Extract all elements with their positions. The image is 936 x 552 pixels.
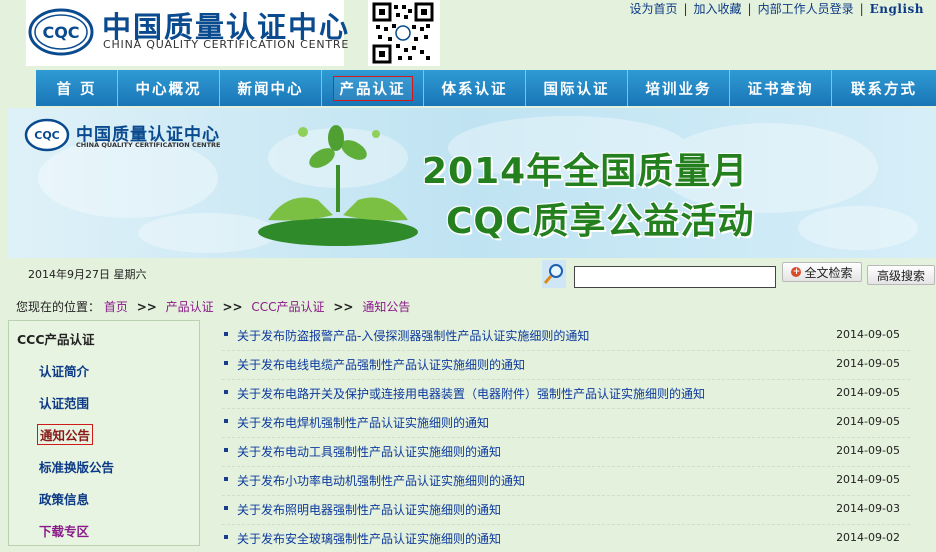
logo-english-name: CHINA QUALITY CERTIFICATION CENTRE	[103, 38, 350, 51]
notice-date: 2014-09-03	[836, 502, 900, 515]
quality-month-banner[interactable]: CQC 中国质量认证中心 CHINA QUALITY CERTIFICATION…	[8, 108, 936, 258]
nav-training[interactable]: 培训业务	[628, 70, 730, 106]
nav-international-certification[interactable]: 国际认证	[526, 70, 628, 106]
breadcrumb-notices[interactable]: 通知公告	[362, 300, 410, 314]
sidebar-item-downloads[interactable]: 下载专区	[39, 521, 89, 540]
bullet-icon	[224, 506, 228, 510]
current-date: 2014年9月27日 星期六	[28, 268, 147, 281]
plus-icon: +	[791, 267, 802, 277]
bullet-icon	[224, 448, 228, 452]
breadcrumb-separator-icon: >>	[222, 300, 243, 314]
bullet-icon	[224, 332, 228, 336]
bullet-icon	[224, 419, 228, 423]
notice-list: 关于发布防盗报警产品-入侵探测器强制性产品认证实施细则的通知 2014-09-05…	[222, 322, 910, 552]
breadcrumb-separator-icon: >>	[136, 300, 157, 314]
notice-link[interactable]: 关于发布电线电缆产品强制性产品认证实施细则的通知	[237, 356, 525, 373]
nav-system-certification[interactable]: 体系认证	[424, 70, 526, 106]
list-item: 关于发布防盗报警产品-入侵探测器强制性产品认证实施细则的通知 2014-09-05	[222, 322, 910, 351]
notice-date: 2014-09-05	[836, 386, 900, 399]
list-item: 关于发布电线电缆产品强制性产品认证实施细则的通知 2014-09-05	[222, 351, 910, 380]
svg-text:CQC: CQC	[42, 23, 79, 42]
nav-news[interactable]: 新闻中心	[220, 70, 322, 106]
list-item: 关于发布照明电器强制性产品认证实施细则的通知 2014-09-03	[222, 496, 910, 525]
banner-logo-english: CHINA QUALITY CERTIFICATION CENTRE	[76, 141, 221, 149]
breadcrumb-ccc[interactable]: CCC产品认证	[251, 300, 324, 314]
top-links-bar: 设为首页 | 加入收藏 | 内部工作人员登录 | English	[629, 2, 924, 16]
main-nav: 首 页 中心概况 新闻中心 产品认证 体系认证 国际认证 培训业务 证书查询 联…	[36, 70, 936, 106]
banner-headline-2: CQC质享公益活动	[446, 201, 755, 242]
breadcrumb-prefix: 您现在的位置：	[16, 300, 101, 314]
staff-login-link[interactable]: 内部工作人员登录	[758, 2, 854, 16]
notice-date: 2014-09-05	[836, 444, 900, 457]
list-item: 关于发布小功率电动机强制性产品认证实施细则的通知 2014-09-05	[222, 467, 910, 496]
cqc-emblem-icon: CQC	[28, 8, 94, 56]
notice-link[interactable]: 关于发布安全玻璃强制性产品认证实施细则的通知	[237, 530, 501, 547]
fulltext-search-button[interactable]: + 全文检索	[782, 262, 862, 282]
sidebar-item-scope[interactable]: 认证范围	[39, 393, 89, 412]
hands-plant-icon	[258, 125, 418, 246]
nav-about[interactable]: 中心概况	[118, 70, 220, 106]
notice-date: 2014-09-05	[836, 357, 900, 370]
nav-home[interactable]: 首 页	[36, 70, 118, 106]
notice-link[interactable]: 关于发布电焊机强制性产品认证实施细则的通知	[237, 414, 489, 431]
site-logo[interactable]: CQC 中国质量认证中心 CHINA QUALITY CERTIFICATION…	[26, 0, 348, 66]
sidebar-item-policy[interactable]: 政策信息	[39, 489, 89, 508]
bullet-icon	[224, 361, 228, 365]
notice-link[interactable]: 关于发布防盗报警产品-入侵探测器强制性产品认证实施细则的通知	[237, 327, 589, 344]
notice-date: 2014-09-05	[836, 415, 900, 428]
svg-text:CQC: CQC	[34, 129, 60, 142]
notice-link[interactable]: 关于发布照明电器强制性产品认证实施细则的通知	[237, 501, 501, 518]
nav-product-certification[interactable]: 产品认证	[322, 70, 424, 106]
breadcrumb: 您现在的位置： 首页 >> 产品认证 >> CCC产品认证 >> 通知公告	[16, 298, 410, 315]
advanced-search-button[interactable]: 高级搜索	[867, 265, 935, 285]
breadcrumb-home[interactable]: 首页	[104, 300, 128, 314]
search-input[interactable]	[574, 266, 776, 288]
add-favorite-link[interactable]: 加入收藏	[694, 2, 742, 16]
sidebar: CCC产品认证 认证简介 认证范围 通知公告 标准换版公告 政策信息 下载专区	[8, 320, 200, 546]
notice-link[interactable]: 关于发布小功率电动机强制性产品认证实施细则的通知	[237, 472, 525, 489]
notice-link[interactable]: 关于发布电路开关及保护或连接用电器装置（电器附件）强制性产品认证实施细则的通知	[237, 385, 705, 402]
qr-code-icon	[372, 2, 434, 64]
banner-headline-1: 2014年全国质量月	[422, 151, 749, 192]
notice-date: 2014-09-02	[836, 531, 900, 544]
sidebar-item-notices[interactable]: 通知公告	[37, 424, 94, 445]
list-item: 关于发布电动工具强制性产品认证实施细则的通知 2014-09-05	[222, 438, 910, 467]
banner-cqc-emblem-icon: CQC	[24, 118, 70, 152]
magnifier-icon[interactable]	[542, 260, 566, 288]
notice-date: 2014-09-05	[836, 473, 900, 486]
nav-certificate-query[interactable]: 证书查询	[730, 70, 832, 106]
sidebar-title: CCC产品认证	[17, 332, 95, 347]
nav-contact[interactable]: 联系方式	[832, 70, 936, 106]
english-link[interactable]: English	[870, 2, 924, 16]
bullet-icon	[224, 535, 228, 539]
bullet-icon	[224, 477, 228, 481]
sidebar-item-intro[interactable]: 认证简介	[39, 361, 89, 380]
list-item: 关于发布安全玻璃强制性产品认证实施细则的通知 2014-09-02	[222, 525, 910, 552]
breadcrumb-separator-icon: >>	[333, 300, 354, 314]
set-homepage-link[interactable]: 设为首页	[629, 2, 677, 16]
notice-date: 2014-09-05	[836, 328, 900, 341]
notice-link[interactable]: 关于发布电动工具强制性产品认证实施细则的通知	[237, 443, 501, 460]
list-item: 关于发布电焊机强制性产品认证实施细则的通知 2014-09-05	[222, 409, 910, 438]
sidebar-item-standard-updates[interactable]: 标准换版公告	[39, 457, 114, 476]
list-item: 关于发布电路开关及保护或连接用电器装置（电器附件）强制性产品认证实施细则的通知 2…	[222, 380, 910, 409]
breadcrumb-product-certification[interactable]: 产品认证	[166, 300, 214, 314]
qr-code-image	[368, 0, 440, 66]
bullet-icon	[224, 390, 228, 394]
